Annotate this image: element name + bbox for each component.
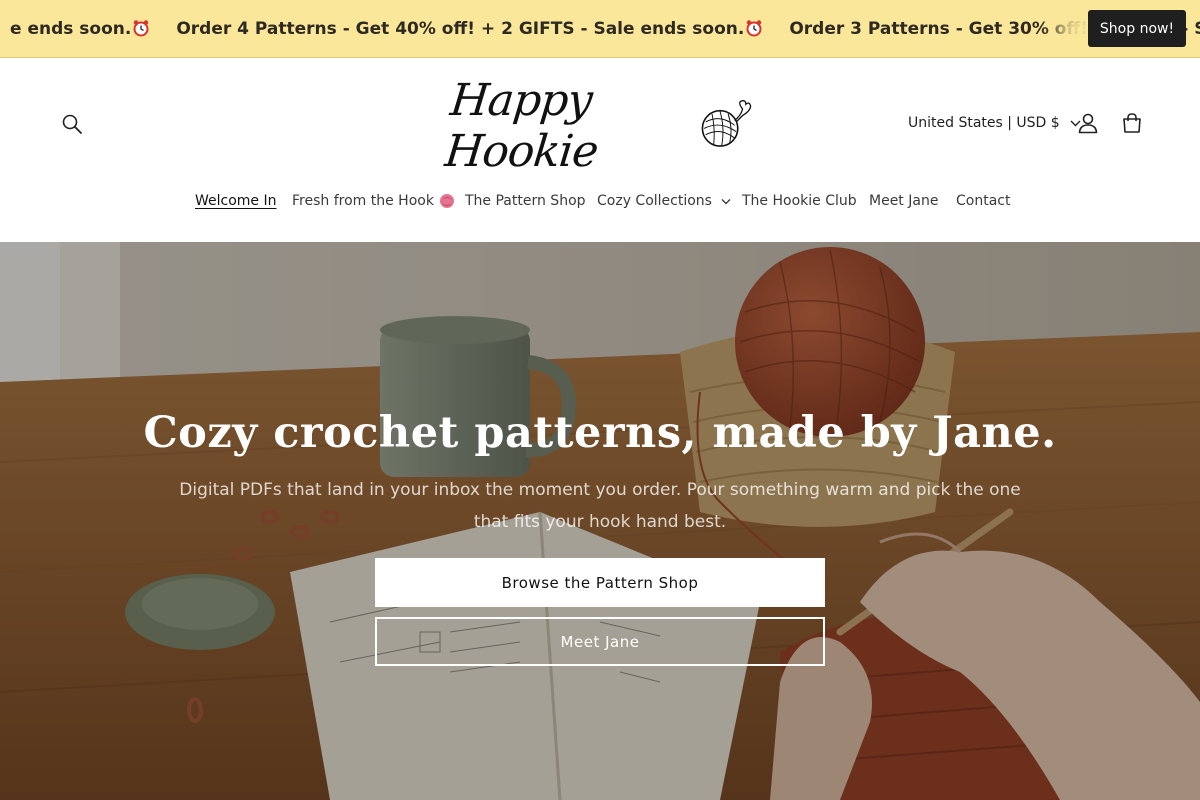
shop-now-button[interactable]: Shop now! — [1088, 10, 1186, 47]
cart-button[interactable] — [1117, 108, 1147, 138]
yarn-ball-icon — [701, 100, 752, 147]
search-icon — [62, 114, 82, 134]
account-icon — [1078, 113, 1098, 134]
nav-label: Cozy Collections — [597, 193, 712, 209]
announcement-text: e ends soon. — [10, 18, 132, 39]
announcement-text: Order 4 Patterns - Get 40% off! + 2 GIFT… — [176, 18, 745, 39]
announcement-segment: e ends soon. — [10, 19, 150, 39]
nav-item-cozy-collections[interactable]: Cozy Collections — [597, 188, 731, 214]
nav-label: Fresh from the Hook — [292, 193, 434, 209]
nav-item-welcome-in[interactable]: Welcome In — [195, 188, 277, 214]
announcement-bar: e ends soon. Order 4 Patterns - Get 40% … — [0, 0, 1200, 58]
yarn-ball-icon — [439, 194, 454, 208]
cart-icon — [1123, 113, 1141, 133]
country-label: United States | USD $ — [908, 115, 1060, 131]
nav-item-the-pattern-shop[interactable]: The Pattern Shop — [465, 188, 586, 214]
alarm-clock-icon — [132, 19, 150, 37]
announcement-segment: Order 4 Patterns - Get 40% off! + 2 GIFT… — [176, 19, 763, 39]
search-button[interactable] — [56, 108, 88, 140]
nav-item-contact[interactable]: Contact — [956, 188, 1010, 214]
site-logo[interactable]: Happy Hookie — [443, 75, 752, 177]
site-header: Happy Hookie United States | USD $ Welco… — [0, 58, 1200, 242]
nav-item-fresh-from-the-hook[interactable]: Fresh from the Hook — [292, 188, 454, 214]
chevron-down-icon — [721, 198, 731, 205]
alarm-clock-icon — [745, 19, 763, 37]
account-button[interactable] — [1073, 108, 1103, 138]
hero-subtitle: Digital PDFs that land in your inbox the… — [179, 480, 1021, 532]
hero-title: Cozy crochet patterns, made by Jane. — [143, 408, 1057, 458]
logo-text: Happy Hookie — [442, 75, 601, 177]
main-navigation: Welcome In Fresh from the Hook The Patte… — [0, 188, 1200, 214]
hero-banner: Cozy crochet patterns, made by Jane. Dig… — [0, 242, 1200, 800]
nav-item-meet-jane[interactable]: Meet Jane — [869, 188, 938, 214]
nav-item-the-hookie-club[interactable]: The Hookie Club — [742, 188, 857, 214]
meet-jane-button[interactable]: Meet Jane — [375, 617, 825, 666]
browse-pattern-shop-button[interactable]: Browse the Pattern Shop — [375, 558, 825, 607]
announcement-marquee: e ends soon. Order 4 Patterns - Get 40% … — [10, 0, 1200, 57]
country-currency-selector[interactable]: United States | USD $ — [908, 112, 1081, 134]
